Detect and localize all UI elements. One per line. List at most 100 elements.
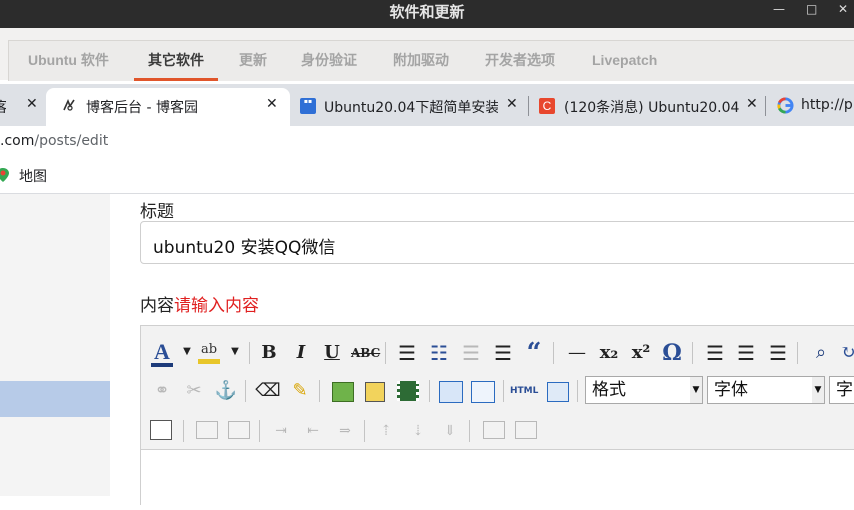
- close-tab-icon[interactable]: ✕: [26, 96, 38, 112]
- tab-title: Ubuntu20.04下超简单安装: [324, 100, 498, 116]
- font-size-select-value: 字: [836, 380, 853, 400]
- toolbar-separator: [183, 420, 184, 442]
- tab-title: (120条消息) Ubuntu20.04: [564, 100, 740, 116]
- url-text[interactable]: .com/posts/edit: [0, 133, 108, 149]
- close-tab-icon[interactable]: ✕: [746, 96, 758, 112]
- tab-other-software[interactable]: 其它软件: [134, 48, 218, 81]
- browser-tab-4[interactable]: C (120条消息) Ubuntu20.04 ✕: [530, 84, 766, 126]
- underline-icon[interactable]: U: [319, 340, 345, 366]
- toolbar-separator: [364, 420, 365, 442]
- bookmark-maps[interactable]: 地图: [19, 166, 47, 186]
- font-select[interactable]: 字体 ▼: [707, 376, 825, 404]
- browser-tab-2[interactable]: 博客后台 - 博客园 ✕: [46, 84, 290, 126]
- browser-tab-3[interactable]: ▪▪ Ubuntu20.04下超简单安装 ✕: [290, 84, 530, 126]
- sidebar: [0, 194, 110, 496]
- title-input[interactable]: ubuntu20 安装QQ微信: [140, 221, 854, 264]
- editor-content-area[interactable]: [141, 449, 854, 510]
- format-select[interactable]: 格式 ▼: [585, 376, 703, 404]
- eraser-icon[interactable]: ⌫: [255, 378, 281, 404]
- split-cells-icon[interactable]: [228, 421, 250, 439]
- toolbar-separator: [385, 342, 386, 364]
- numbered-list-icon[interactable]: ☷: [426, 340, 452, 366]
- highlight-color-icon[interactable]: ab: [196, 337, 222, 364]
- format-brush-icon[interactable]: ✎: [287, 378, 313, 404]
- merge-cells-icon[interactable]: [196, 421, 218, 439]
- toolbar-separator: [503, 380, 504, 402]
- strikethrough-icon[interactable]: ABC: [351, 340, 380, 366]
- software-tab-bar: Ubuntu 软件 其它软件 更新 身份验证 附加驱动 开发者选项 Livepa…: [0, 28, 854, 81]
- insert-row-after-icon[interactable]: ⇤: [300, 418, 326, 444]
- tab-developer-options[interactable]: 开发者选项: [485, 48, 555, 78]
- sidebar-selected-item[interactable]: [0, 381, 110, 417]
- tab-authentication[interactable]: 身份验证: [301, 48, 357, 78]
- replace-icon[interactable]: ↻: [835, 340, 854, 366]
- insert-code-icon[interactable]: [439, 381, 463, 403]
- insert-row-before-icon[interactable]: ⇥: [268, 418, 294, 444]
- align-center-icon[interactable]: ☰: [733, 340, 759, 366]
- window-titlebar: 软件和更新 — □ ✕: [0, 0, 854, 28]
- link-icon[interactable]: ⚭: [149, 378, 175, 404]
- embed-icon[interactable]: [471, 381, 495, 403]
- chevron-down-icon: ▼: [812, 377, 824, 403]
- font-size-select[interactable]: 字: [829, 376, 854, 404]
- text-color-icon[interactable]: A: [149, 339, 175, 367]
- align-right-icon[interactable]: ☰: [765, 340, 791, 366]
- maps-icon: [0, 168, 9, 182]
- url-domain: .com: [0, 133, 35, 149]
- maximize-icon[interactable]: □: [806, 2, 817, 16]
- insert-col-before-icon[interactable]: ⇡: [373, 418, 399, 444]
- anchor-icon[interactable]: ⚓: [213, 378, 239, 404]
- bold-icon[interactable]: B: [256, 340, 282, 366]
- delete-table-icon[interactable]: [515, 421, 537, 439]
- chevron-down-icon[interactable]: ▼: [222, 339, 248, 365]
- minimize-icon[interactable]: —: [773, 2, 785, 16]
- chevron-down-icon: ▼: [690, 377, 702, 403]
- insert-col-after-icon[interactable]: ⇣: [405, 418, 431, 444]
- picture-icon[interactable]: [365, 382, 385, 402]
- content-label: 内容请输入内容: [140, 291, 259, 316]
- image-icon[interactable]: [332, 382, 354, 402]
- close-tab-icon[interactable]: ✕: [506, 96, 518, 112]
- tab-ubuntu-software[interactable]: Ubuntu 软件: [28, 48, 109, 78]
- browser-tab-5[interactable]: http://p: [767, 84, 854, 126]
- tab-separator: [765, 96, 766, 116]
- unlink-icon[interactable]: ✂: [181, 378, 207, 404]
- cnblogs-favicon: [63, 98, 75, 111]
- toolbar-separator: [249, 342, 250, 364]
- tab-updates[interactable]: 更新: [239, 48, 267, 78]
- delete-row-icon[interactable]: ⇒: [332, 418, 358, 444]
- align-left-icon[interactable]: ☰: [702, 340, 728, 366]
- address-bar[interactable]: .com/posts/edit: [0, 126, 854, 158]
- bullet-list-icon[interactable]: ☰: [394, 340, 420, 366]
- toolbar-separator: [469, 420, 470, 442]
- close-window-icon[interactable]: ✕: [838, 2, 848, 16]
- content-required-hint: 请输入内容: [174, 296, 259, 316]
- delete-col-icon[interactable]: ⇓: [437, 418, 463, 444]
- rich-text-editor: A ▼ ab ▼ B I U ABC ☰ ☷ ☰ ☰ “ — x₂ x² Ω ☰…: [140, 325, 854, 510]
- horizontal-rule-icon[interactable]: —: [564, 340, 590, 366]
- toolbar-separator: [692, 342, 693, 364]
- subscript-icon[interactable]: x₂: [596, 340, 622, 366]
- table-icon[interactable]: [483, 421, 505, 439]
- video-icon[interactable]: [397, 381, 419, 401]
- window-title: 软件和更新: [389, 3, 465, 21]
- toolbar-separator: [319, 380, 320, 402]
- preview-icon[interactable]: [547, 382, 569, 402]
- table-properties-icon[interactable]: [150, 420, 172, 440]
- indent-icon[interactable]: ☰: [490, 340, 516, 366]
- csdn-favicon: C: [539, 98, 555, 114]
- outdent-icon[interactable]: ☰: [458, 340, 484, 366]
- blockquote-icon[interactable]: “: [521, 340, 547, 366]
- find-icon[interactable]: ⌕: [808, 340, 834, 366]
- superscript-icon[interactable]: x²: [628, 340, 654, 366]
- italic-icon[interactable]: I: [288, 340, 314, 366]
- special-char-icon[interactable]: Ω: [659, 340, 685, 366]
- format-select-value: 格式: [592, 380, 626, 400]
- tab-livepatch[interactable]: Livepatch: [592, 48, 657, 78]
- browser-tab-1[interactable]: 客 ✕: [0, 84, 46, 126]
- url-path: /posts/edit: [34, 133, 109, 149]
- html-source-icon[interactable]: HTML: [510, 386, 538, 396]
- close-tab-icon[interactable]: ✕: [266, 96, 278, 112]
- tab-additional-drivers[interactable]: 附加驱动: [393, 48, 449, 78]
- tab-title: 客: [0, 97, 6, 117]
